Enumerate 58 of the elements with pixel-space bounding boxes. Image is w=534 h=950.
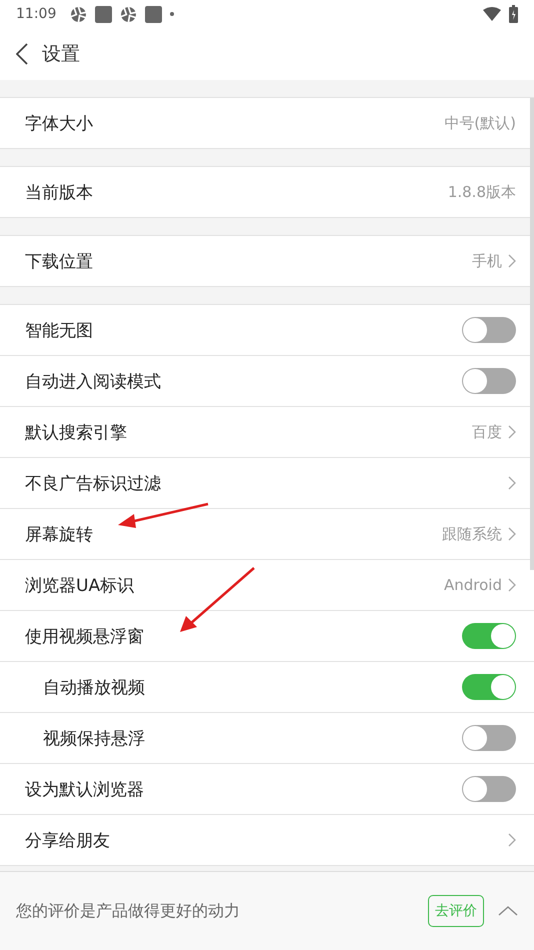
clock: 11:09 xyxy=(16,6,56,22)
settings-row[interactable]: 分享给朋友 xyxy=(0,815,534,866)
chevron-right-icon xyxy=(508,833,516,847)
setting-value: 手机 xyxy=(472,252,502,270)
notification-icon xyxy=(70,6,88,22)
notification-icon xyxy=(120,6,138,22)
settings-row[interactable]: 下载位置 手机 xyxy=(0,236,534,287)
setting-label: 不良广告标识过滤 xyxy=(25,472,162,494)
chevron-right-icon xyxy=(508,527,516,541)
settings-row[interactable]: 设为默认浏览器 xyxy=(0,764,534,815)
setting-label: 视频保持悬浮 xyxy=(43,728,146,750)
settings-row[interactable]: 智能无图 xyxy=(0,305,534,356)
dot-icon xyxy=(170,12,174,16)
battery-icon xyxy=(509,5,518,23)
setting-label: 使用视频悬浮窗 xyxy=(25,626,145,648)
settings-row[interactable]: 自动进入阅读模式 xyxy=(0,356,534,407)
notification-icon xyxy=(145,6,162,22)
setting-label: 浏览器UA标识 xyxy=(25,574,136,596)
toggle-switch[interactable] xyxy=(462,674,516,700)
setting-value: 百度 xyxy=(472,422,502,442)
toggle-switch[interactable] xyxy=(462,725,516,751)
settings-row[interactable]: 默认搜索引擎 百度 xyxy=(0,407,534,458)
rating-message: 您的评价是产品做得更好的动力 xyxy=(16,900,241,922)
setting-label: 默认搜索引擎 xyxy=(25,422,128,444)
chevron-right-icon xyxy=(508,254,516,268)
scrollbar[interactable] xyxy=(530,98,534,570)
settings-row[interactable]: 浏览器UA标识 Android xyxy=(0,560,534,611)
settings-row[interactable]: 自动播放视频 xyxy=(0,662,534,713)
setting-label: 自动播放视频 xyxy=(43,676,146,698)
setting-label: 设为默认浏览器 xyxy=(25,778,145,800)
page-title: 设置 xyxy=(42,42,80,67)
settings-row[interactable]: 视频保持悬浮 xyxy=(0,713,534,764)
notification-icon xyxy=(95,6,112,22)
setting-label: 屏幕旋转 xyxy=(25,524,94,546)
toggle-switch[interactable] xyxy=(462,776,516,802)
settings-row[interactable]: 不良广告标识过滤 xyxy=(0,458,534,509)
chevron-right-icon xyxy=(508,425,516,439)
setting-value: 中号(默认) xyxy=(444,114,516,132)
back-icon[interactable] xyxy=(16,43,28,65)
setting-label: 分享给朋友 xyxy=(25,830,111,852)
toggle-switch[interactable] xyxy=(462,317,516,343)
setting-label: 智能无图 xyxy=(25,320,94,342)
chevron-right-icon xyxy=(508,476,516,490)
chevron-right-icon xyxy=(508,578,516,592)
setting-value: 1.8.8版本 xyxy=(448,182,516,202)
settings-row[interactable]: 使用视频悬浮窗 xyxy=(0,611,534,662)
setting-value: Android xyxy=(444,576,502,594)
setting-label: 下载位置 xyxy=(25,250,94,272)
setting-label: 字体大小 xyxy=(25,112,94,134)
setting-label: 当前版本 xyxy=(25,182,94,204)
setting-value: 跟随系统 xyxy=(442,524,502,544)
wifi-icon xyxy=(483,7,501,21)
collapse-icon[interactable] xyxy=(498,906,518,916)
toggle-switch[interactable] xyxy=(462,623,516,649)
toggle-switch[interactable] xyxy=(462,368,516,394)
settings-row[interactable]: 字体大小 中号(默认) xyxy=(0,98,534,149)
setting-label: 自动进入阅读模式 xyxy=(25,370,162,392)
settings-row[interactable]: 当前版本 1.8.8版本 xyxy=(0,167,534,218)
